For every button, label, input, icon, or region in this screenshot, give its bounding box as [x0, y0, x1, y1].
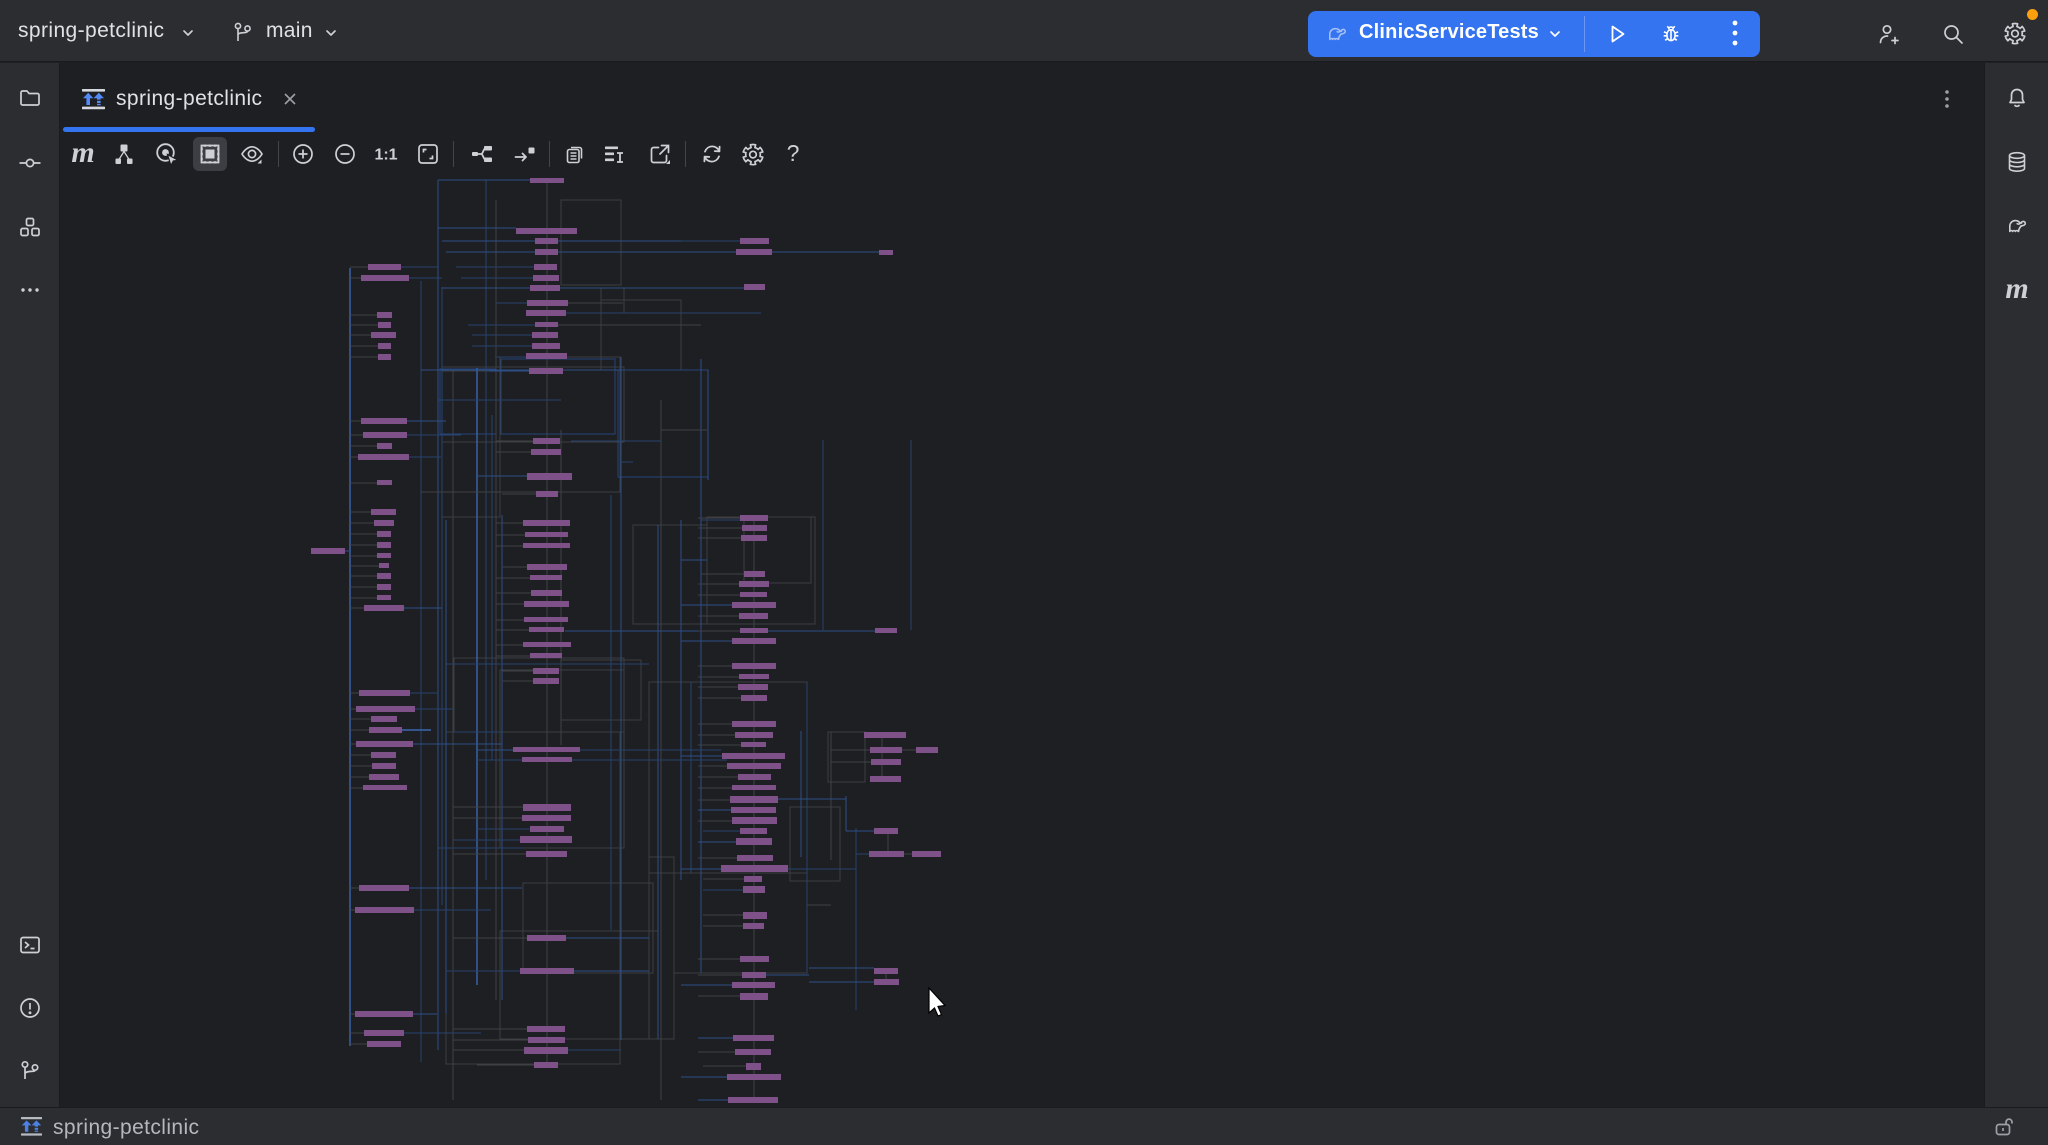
svg-text:?: ?	[787, 142, 800, 166]
svg-text:m: m	[71, 142, 94, 166]
svg-text:1:1: 1:1	[374, 147, 397, 164]
svg-text:m: m	[2005, 277, 2028, 301]
